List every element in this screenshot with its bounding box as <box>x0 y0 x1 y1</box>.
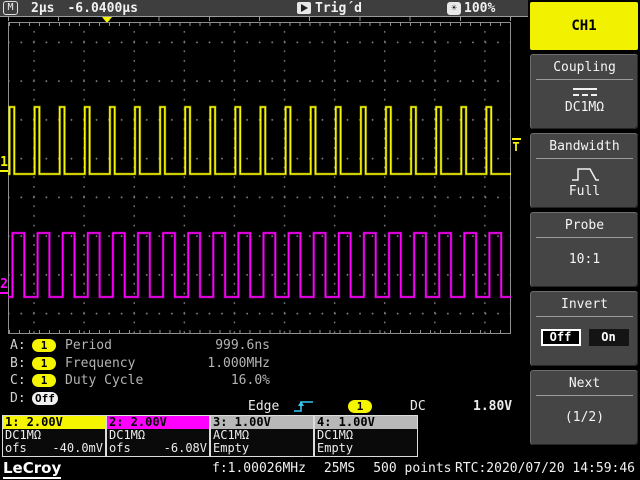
measurement-panel: A: 1 Period 999.6ns B: 1 Frequency 1.000… <box>10 337 310 407</box>
measurement-value: 1.000MHz <box>207 355 270 371</box>
coupling-value: DC1MΩ <box>564 100 605 115</box>
measurement-source-badge: 1 <box>32 374 56 388</box>
trigger-status-icon <box>297 2 311 14</box>
next-title: Next <box>568 376 601 391</box>
soft-menu-panel: CH1 Coupling DC1MΩ Bandwidth Full Probe … <box>528 0 640 458</box>
measurement-row: A: 1 Period 999.6ns <box>10 337 310 355</box>
brand-logo: LeCroy <box>3 459 62 479</box>
ch1-offset-value: -40.0mV <box>52 441 103 455</box>
channel-menu-title-button[interactable]: CH1 <box>530 2 638 50</box>
timeline-ruler <box>8 17 511 21</box>
record-length: 500 points <box>373 461 452 476</box>
probe-value: 10:1 <box>568 252 601 267</box>
trigger-delay-value: -6.0400µs <box>67 1 138 16</box>
invert-button[interactable]: Invert Off On <box>530 291 638 366</box>
bandwidth-value: Full <box>568 184 601 199</box>
coupling-button[interactable]: Coupling DC1MΩ <box>530 54 638 129</box>
brightness-icon[interactable]: ☀ <box>447 2 461 15</box>
measurement-name: Period <box>65 338 112 354</box>
counter-frequency: f:1.00026MHz <box>212 461 306 476</box>
ch2-position-marker[interactable]: 2 <box>0 278 8 294</box>
lowpass-filter-icon <box>571 168 599 181</box>
ch3-status: Empty <box>213 441 250 455</box>
ch4-status: Empty <box>317 441 354 455</box>
invert-title: Invert <box>561 297 608 312</box>
trigger-status-text: Trig´d <box>315 1 362 16</box>
top-bar: M 2µs -6.0400µs Trig´d ☀ 100% <box>0 0 528 17</box>
trigger-level-marker[interactable]: T <box>511 138 521 153</box>
waveform-svg <box>8 105 511 299</box>
trigger-source-badge: 1 <box>348 400 372 413</box>
sample-rate: 25MS <box>323 461 356 476</box>
measurement-slot: A: <box>10 338 26 354</box>
math-indicator-icon[interactable]: M <box>3 1 18 15</box>
ch2-offset-label: ofs <box>109 441 131 455</box>
probe-title: Probe <box>564 218 605 233</box>
timebase-readout: 2µs -6.0400µs <box>31 1 151 16</box>
next-page-button[interactable]: Next (1/2) <box>530 370 638 445</box>
invert-on-option[interactable]: On <box>588 329 629 346</box>
measurement-row: B: 1 Frequency 1.000MHz <box>10 355 310 373</box>
measurement-name: Frequency <box>65 355 136 371</box>
ch2-descriptor-box[interactable]: 2: 2.00V DC1MΩ ofs -6.08V <box>106 415 210 457</box>
trigger-type-label: Edge <box>248 399 280 414</box>
measurement-source-badge: 1 <box>32 339 56 353</box>
dc-coupling-icon <box>572 86 598 98</box>
measurement-value: 16.0% <box>230 373 270 389</box>
bandwidth-button[interactable]: Bandwidth Full <box>530 133 638 208</box>
coupling-title: Coupling <box>553 60 616 75</box>
ch4-descriptor-box[interactable]: 4: 1.00V DC1MΩ Empty <box>314 415 418 457</box>
ch2-offset-value: -6.08V <box>163 441 207 455</box>
measurement-row: C: 1 Duty Cycle 16.0% <box>10 372 310 390</box>
ch1-descriptor-box[interactable]: 1: 2.00V DC1MΩ ofs -40.0mV <box>2 415 106 457</box>
invert-off-option[interactable]: Off <box>540 329 581 346</box>
acquisition-readout: f:1.00026MHz 25MS 500 points <box>212 461 470 476</box>
bandwidth-title: Bandwidth <box>549 139 620 154</box>
ch1-position-marker[interactable]: 1 <box>0 156 8 172</box>
next-page-indicator: (1/2) <box>564 410 605 425</box>
real-time-clock: RTC:2020/07/20 14:59:46 <box>454 461 635 476</box>
rising-edge-icon <box>294 401 313 412</box>
ch1-offset-label: ofs <box>5 441 27 455</box>
trigger-coupling-label: DC <box>410 399 426 414</box>
measurement-slot: B: <box>10 355 26 371</box>
measurement-name: Duty Cycle <box>65 373 144 389</box>
brightness-value: 100% <box>464 1 496 16</box>
trigger-level-value: 1.80V <box>473 399 513 414</box>
measurement-source-badge: 1 <box>32 356 56 370</box>
timebase-value: 2µs <box>31 1 55 16</box>
status-bar: LeCroy f:1.00026MHz 25MS 500 points RTC:20… <box>0 458 640 480</box>
probe-button[interactable]: Probe 10:1 <box>530 212 638 287</box>
oscilloscope-screen: M 2µs -6.0400µs Trig´d ☀ 100% 1 2 T A: 1 … <box>0 0 640 480</box>
measurement-slot: C: <box>10 373 26 389</box>
trigger-summary-bar: Edge 1 DC 1.80V <box>0 399 528 414</box>
measurement-value: 999.6ns <box>215 338 270 354</box>
ch3-descriptor-box[interactable]: 3: 1.00V AC1MΩ Empty <box>210 415 314 457</box>
